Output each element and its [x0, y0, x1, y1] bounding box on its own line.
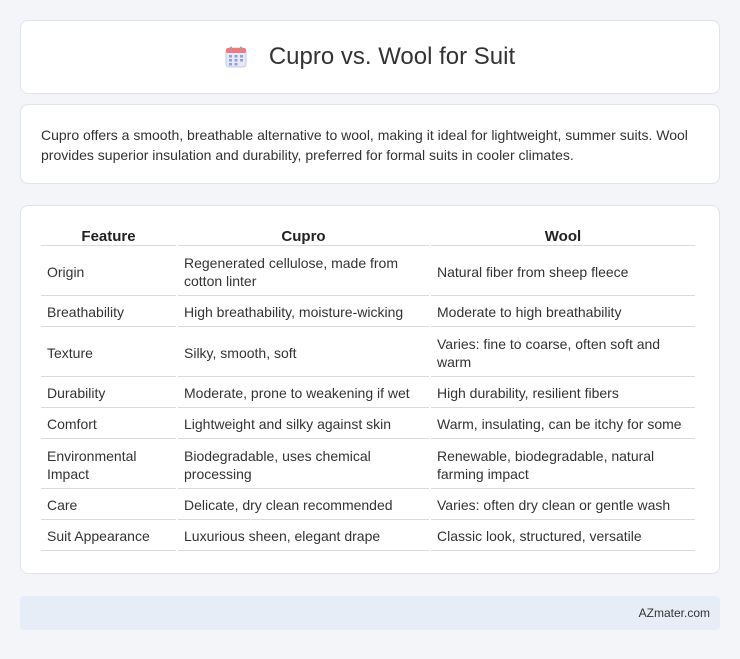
cell-feature: Durability: [41, 379, 176, 408]
summary-text: Cupro offers a smooth, breathable altern…: [41, 127, 688, 163]
table-row: Texture Silky, smooth, soft Varies: fine…: [41, 329, 695, 377]
table-row: Comfort Lightweight and silky against sk…: [41, 410, 695, 439]
cell-wool: Classic look, structured, versatile: [431, 522, 695, 551]
table-row: Care Delicate, dry clean recommended Var…: [41, 491, 695, 520]
table-row: Breathability High breathability, moistu…: [41, 298, 695, 327]
table-row: Origin Regenerated cellulose, made from …: [41, 248, 695, 296]
cell-cupro: High breathability, moisture-wicking: [178, 298, 429, 327]
cell-wool: Varies: fine to coarse, often soft and w…: [431, 329, 695, 377]
cell-feature: Origin: [41, 248, 176, 296]
cell-wool: Warm, insulating, can be itchy for some: [431, 410, 695, 439]
page-title: Cupro vs. Wool for Suit: [268, 43, 516, 70]
footer-brand[interactable]: AZmater.com: [639, 606, 710, 620]
calendar-icon: [225, 46, 247, 68]
cell-cupro: Silky, smooth, soft: [178, 329, 429, 377]
cell-cupro: Regenerated cellulose, made from cotton …: [178, 248, 429, 296]
table-card: Feature Cupro Wool Origin Regenerated ce…: [20, 205, 720, 574]
table-header-row: Feature Cupro Wool: [41, 224, 695, 246]
cell-feature: Care: [41, 491, 176, 520]
header-feature: Feature: [41, 224, 176, 246]
table-row: Durability Moderate, prone to weakening …: [41, 379, 695, 408]
cell-cupro: Luxurious sheen, elegant drape: [178, 522, 429, 551]
cell-cupro: Biodegradable, uses chemical processing: [178, 441, 429, 489]
header-cupro: Cupro: [178, 224, 429, 246]
summary-card: Cupro offers a smooth, breathable altern…: [20, 104, 720, 184]
cell-wool: Moderate to high breathability: [431, 298, 695, 327]
cell-wool: Natural fiber from sheep fleece: [431, 248, 695, 296]
title-card: Cupro vs. Wool for Suit: [20, 20, 720, 94]
cell-wool: High durability, resilient fibers: [431, 379, 695, 408]
cell-feature: Comfort: [41, 410, 176, 439]
table-row: Environmental Impact Biodegradable, uses…: [41, 441, 695, 489]
cell-feature: Texture: [41, 329, 176, 377]
cell-wool: Varies: often dry clean or gentle wash: [431, 491, 695, 520]
title-wrap: Cupro vs. Wool for Suit: [225, 43, 515, 71]
footer: AZmater.com: [20, 596, 720, 630]
cell-cupro: Delicate, dry clean recommended: [178, 491, 429, 520]
table-row: Suit Appearance Luxurious sheen, elegant…: [41, 522, 695, 551]
header-wool: Wool: [431, 224, 695, 246]
cell-feature: Breathability: [41, 298, 176, 327]
cell-cupro: Moderate, prone to weakening if wet: [178, 379, 429, 408]
comparison-table: Feature Cupro Wool Origin Regenerated ce…: [39, 222, 697, 553]
cell-feature: Suit Appearance: [41, 522, 176, 551]
cell-cupro: Lightweight and silky against skin: [178, 410, 429, 439]
cell-wool: Renewable, biodegradable, natural farmin…: [431, 441, 695, 489]
cell-feature: Environmental Impact: [41, 441, 176, 489]
